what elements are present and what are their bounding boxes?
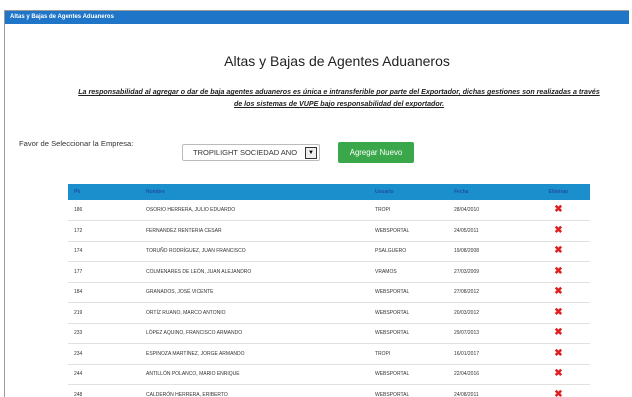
- header-pk: Pk: [68, 184, 140, 200]
- table-row: 172FERNANDEZ RENTERIA CESARWEBSPORTAL24/…: [68, 221, 590, 242]
- cell-delete: ✖: [527, 282, 590, 303]
- cell-date: 28/04/2010: [448, 200, 527, 221]
- cell-pk: 244: [68, 364, 140, 385]
- table-row: 234ESPINOZA MARTÍNEZ, JORGE ARMANDOTROPI…: [68, 344, 590, 365]
- chevron-down-icon[interactable]: ▼: [305, 147, 317, 159]
- cell-user: WEBSPORTAL: [369, 282, 448, 303]
- company-label: Favor de Seleccionar la Empresa:: [19, 139, 133, 148]
- cell-pk: 172: [68, 221, 140, 242]
- delete-icon[interactable]: ✖: [554, 349, 562, 359]
- company-select[interactable]: TROPILIGHT SOCIEDAD ANO ▼: [182, 144, 320, 161]
- table-row: 233LÓPEZ AQUINO, FRANCISCO ARMANDOWEBSPO…: [68, 323, 590, 344]
- notice-line-1: La responsabilidad al agregar o dar de b…: [19, 86, 629, 98]
- cell-delete: ✖: [527, 323, 590, 344]
- agents-table: Pk Nombre Usuario Fecha Eliminar 186OSOR…: [68, 184, 590, 397]
- app-window: Altas y Bajas de Agentes Aduaneros Altas…: [4, 10, 629, 397]
- table-header-row: Pk Nombre Usuario Fecha Eliminar: [68, 184, 590, 200]
- cell-date: 22/04/2016: [448, 364, 527, 385]
- cell-pk: 219: [68, 303, 140, 324]
- cell-name: TORUÑO RODRÍGUEZ, JUAN FRANCISCO: [140, 241, 369, 262]
- company-select-value: TROPILIGHT SOCIEDAD ANO: [193, 148, 297, 157]
- delete-icon[interactable]: ✖: [554, 287, 562, 297]
- cell-name: COLMENARES DE LEÓN, JUAN ALEJANDRO: [140, 262, 369, 283]
- delete-icon[interactable]: ✖: [554, 308, 562, 318]
- responsibility-notice: La responsabilidad al agregar o dar de b…: [19, 86, 629, 110]
- cell-name: ESPINOZA MARTÍNEZ, JORGE ARMANDO: [140, 344, 369, 365]
- delete-icon[interactable]: ✖: [554, 226, 562, 236]
- cell-name: FERNANDEZ RENTERIA CESAR: [140, 221, 369, 242]
- add-new-button[interactable]: Agregar Nuevo: [338, 142, 414, 163]
- cell-date: 20/03/2012: [448, 303, 527, 324]
- cell-delete: ✖: [527, 241, 590, 262]
- cell-date: 24/05/2011: [448, 221, 527, 242]
- cell-date: 29/07/2013: [448, 323, 527, 344]
- notice-line-2: de los sistemas de VUPE bajo responsabil…: [19, 98, 629, 110]
- delete-icon[interactable]: ✖: [554, 369, 562, 379]
- cell-name: ORTÍZ RUANO, MARCO ANTONIO: [140, 303, 369, 324]
- cell-pk: 233: [68, 323, 140, 344]
- table-row: 248CALDERÓN HERRERA, ERIBERTOWEBSPORTAL2…: [68, 385, 590, 397]
- cell-name: OSORIO HERRERA, JULIO EDUARDO: [140, 200, 369, 221]
- table-row: 174TORUÑO RODRÍGUEZ, JUAN FRANCISCOPSALG…: [68, 241, 590, 262]
- cell-date: 27/03/2009: [448, 262, 527, 283]
- header-name: Nombre: [140, 184, 369, 200]
- delete-icon[interactable]: ✖: [554, 246, 562, 256]
- window-title: Altas y Bajas de Agentes Aduaneros: [5, 11, 629, 24]
- delete-icon[interactable]: ✖: [554, 267, 562, 277]
- cell-pk: 186: [68, 200, 140, 221]
- cell-pk: 177: [68, 262, 140, 283]
- cell-delete: ✖: [527, 385, 590, 397]
- cell-name: ANTILLÓN POLANCO, MARIO ENRIQUE: [140, 364, 369, 385]
- cell-date: 27/08/2012: [448, 282, 527, 303]
- header-date: Fecha: [448, 184, 527, 200]
- cell-user: WEBSPORTAL: [369, 303, 448, 324]
- cell-name: LÓPEZ AQUINO, FRANCISCO ARMANDO: [140, 323, 369, 344]
- cell-delete: ✖: [527, 303, 590, 324]
- cell-delete: ✖: [527, 221, 590, 242]
- cell-date: 19/08/2008: [448, 241, 527, 262]
- table-row: 184GRANADOS, JOSÉ VICENTEWEBSPORTAL27/08…: [68, 282, 590, 303]
- cell-user: WEBSPORTAL: [369, 323, 448, 344]
- header-user: Usuario: [369, 184, 448, 200]
- cell-date: 24/08/2011: [448, 385, 527, 397]
- delete-icon[interactable]: ✖: [554, 205, 562, 215]
- cell-user: TROPI: [369, 344, 448, 365]
- cell-delete: ✖: [527, 200, 590, 221]
- cell-user: VRAMOS: [369, 262, 448, 283]
- table-row: 186OSORIO HERRERA, JULIO EDUARDOTROPI28/…: [68, 200, 590, 221]
- delete-icon[interactable]: ✖: [554, 328, 562, 338]
- cell-delete: ✖: [527, 364, 590, 385]
- cell-pk: 174: [68, 241, 140, 262]
- cell-user: PSALGUERO: [369, 241, 448, 262]
- table-row: 219ORTÍZ RUANO, MARCO ANTONIOWEBSPORTAL2…: [68, 303, 590, 324]
- cell-date: 16/01/2017: [448, 344, 527, 365]
- cell-delete: ✖: [527, 344, 590, 365]
- cell-name: CALDERÓN HERRERA, ERIBERTO: [140, 385, 369, 397]
- cell-user: WEBSPORTAL: [369, 364, 448, 385]
- cell-pk: 234: [68, 344, 140, 365]
- cell-user: WEBSPORTAL: [369, 221, 448, 242]
- cell-pk: 248: [68, 385, 140, 397]
- header-delete: Eliminar: [527, 184, 590, 200]
- table-row: 177COLMENARES DE LEÓN, JUAN ALEJANDROVRA…: [68, 262, 590, 283]
- cell-delete: ✖: [527, 262, 590, 283]
- cell-pk: 184: [68, 282, 140, 303]
- cell-name: GRANADOS, JOSÉ VICENTE: [140, 282, 369, 303]
- cell-user: TROPI: [369, 200, 448, 221]
- table-row: 244ANTILLÓN POLANCO, MARIO ENRIQUEWEBSPO…: [68, 364, 590, 385]
- page-title: Altas y Bajas de Agentes Aduaneros: [5, 53, 629, 69]
- cell-user: WEBSPORTAL: [369, 385, 448, 397]
